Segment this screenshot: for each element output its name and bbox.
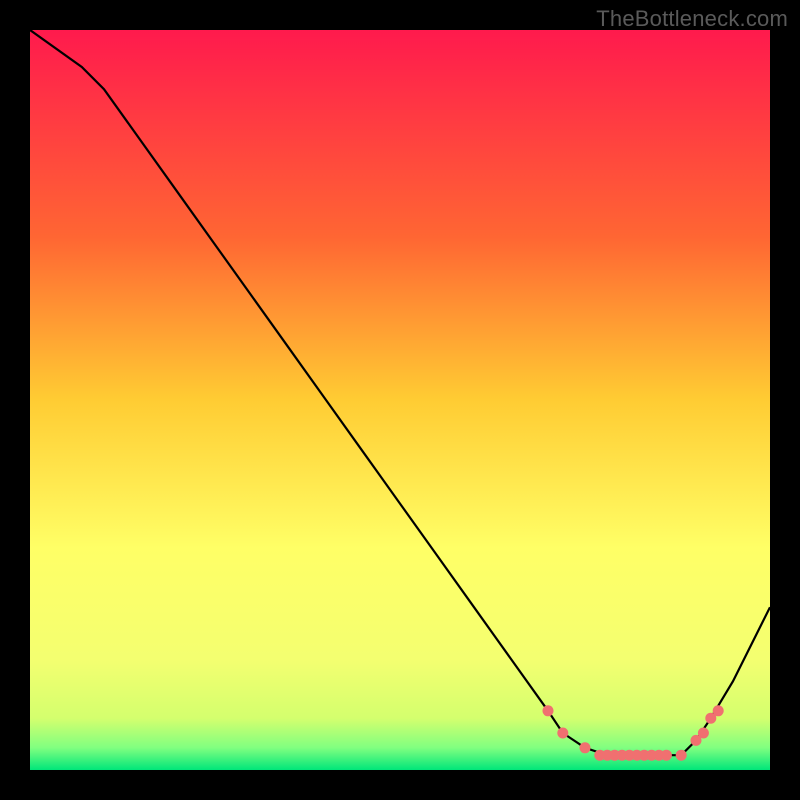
chart-marker xyxy=(580,742,591,753)
chart-marker xyxy=(698,728,709,739)
chart-plot-area xyxy=(30,30,770,770)
watermark-text: TheBottleneck.com xyxy=(596,6,788,32)
chart-marker xyxy=(557,728,568,739)
chart-marker xyxy=(543,705,554,716)
chart-marker xyxy=(661,750,672,761)
chart-svg xyxy=(30,30,770,770)
chart-marker xyxy=(713,705,724,716)
chart-marker xyxy=(676,750,687,761)
